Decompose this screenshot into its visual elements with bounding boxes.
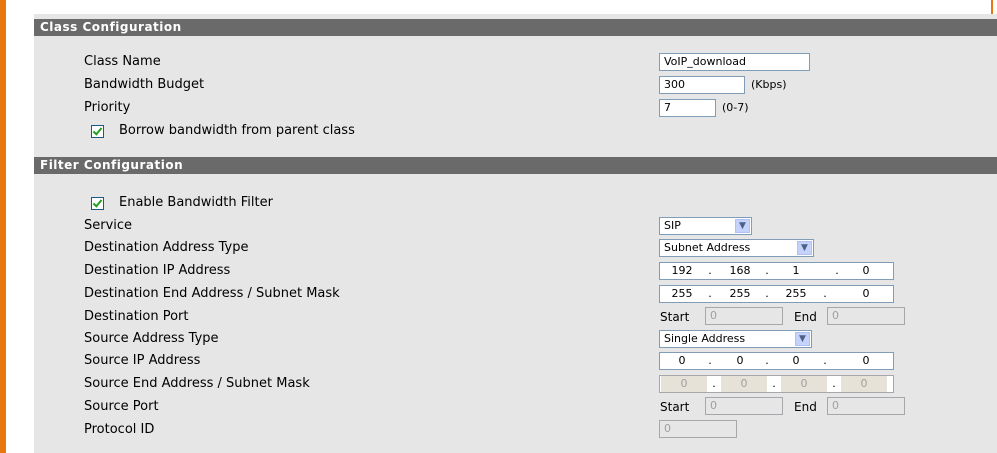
ip-dot: .	[765, 287, 769, 300]
bandwidth-budget-input[interactable]: 300	[659, 76, 745, 94]
src-end-octet-2[interactable]: 0	[721, 376, 767, 392]
src-ip-input[interactable]: 0 . 0 . 0 . 0	[659, 352, 894, 370]
src-port-start-input[interactable]: 0	[705, 397, 783, 415]
filter-config-header: Filter Configuration	[34, 157, 997, 174]
service-value: SIP	[664, 219, 681, 232]
dest-port-label: Destination Port	[84, 309, 189, 324]
protocol-id-input[interactable]: 0	[659, 420, 737, 438]
service-label: Service	[84, 218, 133, 233]
dest-ip-label: Destination IP Address	[84, 263, 231, 278]
src-end-octet-3[interactable]: 0	[781, 376, 827, 392]
src-ip-octet-3[interactable]: 0	[778, 353, 814, 369]
dest-port-end-label: End	[794, 310, 817, 324]
dest-end-octet-2[interactable]: 255	[722, 286, 758, 302]
ip-dot: .	[712, 377, 716, 390]
dest-ip-octet-3[interactable]: 1	[778, 263, 814, 279]
borrow-bandwidth-checkbox[interactable]	[91, 125, 104, 138]
dest-ip-octet-1[interactable]: 192	[664, 263, 700, 279]
bandwidth-unit: (Kbps)	[751, 78, 787, 91]
dest-end-octet-3[interactable]: 255	[778, 286, 814, 302]
class-name-input[interactable]: VoIP_download	[659, 53, 810, 71]
src-ip-label: Source IP Address	[84, 353, 201, 368]
ip-dot: .	[708, 287, 712, 300]
class-config-header: Class Configuration	[34, 19, 997, 36]
enable-filter-label: Enable Bandwidth Filter	[119, 195, 273, 210]
dest-ip-input[interactable]: 192 . 168 . 1 . 0	[659, 262, 894, 280]
dest-end-input[interactable]: 255 . 255 . 255 . 0	[659, 285, 894, 303]
dest-port-start-label: Start	[660, 310, 690, 324]
protocol-id-label: Protocol ID	[84, 422, 155, 437]
dest-port-start-input[interactable]: 0	[705, 307, 783, 325]
src-end-input[interactable]: 0 . 0 . 0 . 0	[659, 375, 894, 393]
dest-ip-octet-2[interactable]: 168	[722, 263, 758, 279]
src-addr-type-value: Single Address	[664, 332, 746, 345]
enable-filter-checkbox[interactable]	[91, 197, 104, 210]
dest-addr-type-label: Destination Address Type	[84, 240, 249, 255]
dest-end-octet-4[interactable]: 0	[848, 286, 884, 302]
left-accent-bar	[0, 0, 6, 453]
ip-dot: .	[765, 264, 769, 277]
dest-end-label: Destination End Address / Subnet Mask	[84, 286, 340, 301]
priority-range: (0-7)	[722, 101, 749, 114]
borrow-bandwidth-label: Borrow bandwidth from parent class	[119, 123, 355, 138]
src-port-end-input[interactable]: 0	[827, 397, 905, 415]
src-end-label: Source End Address / Subnet Mask	[84, 376, 310, 391]
ip-dot: .	[835, 264, 839, 277]
ip-dot: .	[708, 264, 712, 277]
bandwidth-budget-label: Bandwidth Budget	[84, 77, 205, 92]
src-end-octet-1[interactable]: 0	[661, 376, 707, 392]
chevron-down-icon[interactable]: ▼	[797, 241, 812, 255]
chevron-down-icon[interactable]: ▼	[795, 332, 810, 346]
ip-dot: .	[708, 354, 712, 367]
priority-input[interactable]: 7	[659, 99, 716, 117]
ip-dot: .	[823, 354, 827, 367]
dest-end-octet-1[interactable]: 255	[664, 286, 700, 302]
src-ip-octet-2[interactable]: 0	[722, 353, 758, 369]
ip-dot: .	[772, 377, 776, 390]
src-port-end-label: End	[794, 400, 817, 414]
service-select[interactable]: SIP ▼	[659, 217, 752, 235]
dest-addr-type-value: Subnet Address	[664, 241, 751, 254]
src-end-octet-4[interactable]: 0	[841, 376, 887, 392]
src-port-label: Source Port	[84, 399, 159, 414]
src-ip-octet-1[interactable]: 0	[664, 353, 700, 369]
class-name-label: Class Name	[84, 54, 161, 69]
ip-dot: .	[832, 377, 836, 390]
src-ip-octet-4[interactable]: 0	[848, 353, 884, 369]
dest-ip-octet-4[interactable]: 0	[848, 263, 884, 279]
dest-port-end-input[interactable]: 0	[827, 307, 905, 325]
priority-label: Priority	[84, 100, 131, 115]
dest-addr-type-select[interactable]: Subnet Address ▼	[659, 239, 814, 257]
src-addr-type-label: Source Address Type	[84, 331, 219, 346]
ip-dot: .	[823, 287, 827, 300]
ip-dot: .	[765, 354, 769, 367]
src-addr-type-select[interactable]: Single Address ▼	[659, 330, 812, 348]
src-port-start-label: Start	[660, 400, 690, 414]
chevron-down-icon[interactable]: ▼	[735, 219, 750, 233]
right-accent-bar	[991, 0, 993, 14]
